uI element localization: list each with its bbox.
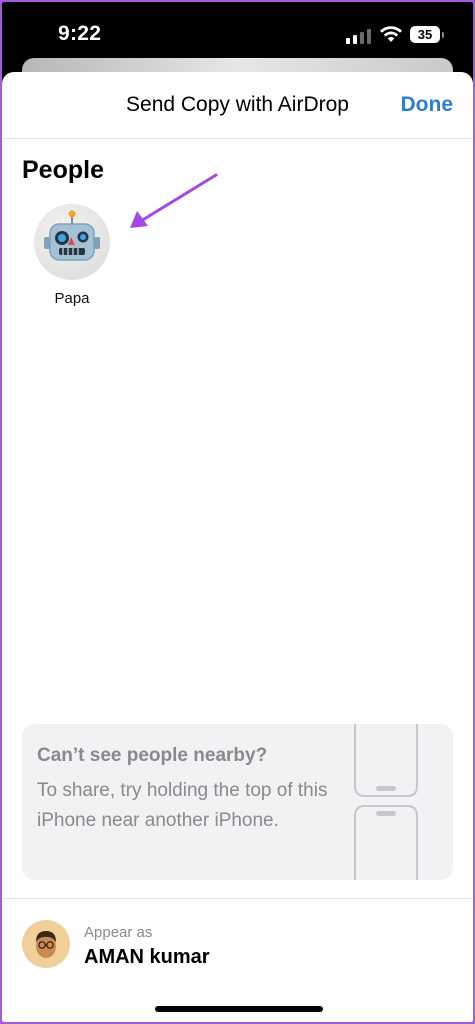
memoji-face-icon [22, 920, 70, 968]
my-name[interactable]: AMAN kumar [84, 946, 210, 969]
battery-icon: 35 [410, 26, 444, 43]
home-indicator[interactable] [155, 1006, 323, 1012]
nearby-help-card: Can’t see people nearby? To share, try h… [22, 724, 453, 880]
cellular-signal-icon [346, 28, 372, 44]
appear-as-label: Appear as [84, 924, 153, 941]
status-time: 9:22 [58, 22, 102, 45]
phone-screen: 9:22 35 Send Copy with AirDrop Done Peop… [2, 2, 473, 1022]
divider [2, 898, 473, 899]
annotation-arrow-icon [130, 173, 218, 228]
people-heading: People [22, 156, 104, 184]
robot-memoji-icon [34, 204, 110, 280]
person-papa[interactable]: Papa [32, 204, 112, 307]
done-button[interactable]: Done [401, 93, 454, 117]
iphones-illustration-icon [354, 724, 418, 880]
person-name: Papa [54, 290, 90, 307]
status-bar: 9:22 35 [2, 2, 473, 62]
help-title: Can’t see people nearby? [37, 745, 268, 766]
nav-bar: Send Copy with AirDrop Done [2, 72, 473, 139]
battery-level: 35 [417, 27, 433, 42]
airdrop-sheet: Send Copy with AirDrop Done People Papa … [2, 72, 473, 1022]
help-body: To share, try holding the top of this iP… [37, 780, 328, 831]
wifi-icon [380, 26, 402, 42]
